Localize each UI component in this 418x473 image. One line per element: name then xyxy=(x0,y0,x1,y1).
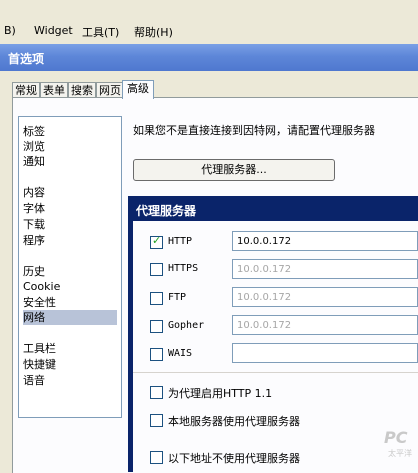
http-checkbox[interactable]: ✓ xyxy=(150,234,163,249)
enable-http11-checkbox[interactable] xyxy=(150,386,163,399)
divider xyxy=(133,372,418,373)
local-server-proxy-label: 本地服务器使用代理服务器 xyxy=(168,415,300,428)
proxy-servers-button[interactable]: 代理服务器... xyxy=(133,159,335,181)
proxy-dialog-title: 代理服务器 xyxy=(136,204,197,218)
ftp-label: FTP xyxy=(168,292,187,303)
menu-item-widget[interactable]: Widget xyxy=(34,24,73,37)
tab-forms[interactable]: 表单 xyxy=(40,82,68,98)
sidebar-item-notifications[interactable]: 通知 xyxy=(23,154,117,169)
http-label: HTTP xyxy=(168,236,193,247)
ftp-proxy-field[interactable]: 10.0.0.172 xyxy=(232,287,418,307)
sidebar-item-fonts[interactable]: 字体 xyxy=(23,201,117,216)
window-title: 首选项 xyxy=(8,52,45,66)
tab-general[interactable]: 常规 xyxy=(12,82,40,98)
sidebar-item-shortcuts[interactable]: 快捷键 xyxy=(23,357,117,372)
sidebar-item-voice[interactable]: 语音 xyxy=(23,373,117,388)
gopher-label: Gopher xyxy=(168,320,205,331)
menu-item-partial[interactable]: B) xyxy=(4,24,16,37)
tab-search[interactable]: 搜索 xyxy=(68,82,96,98)
checkmark-icon: ✓ xyxy=(152,234,162,247)
ftp-checkbox[interactable] xyxy=(150,292,163,305)
wais-proxy-field[interactable] xyxy=(232,343,418,363)
sidebar-item-security[interactable]: 安全性 xyxy=(23,295,117,310)
https-proxy-field[interactable]: 10.0.0.172 xyxy=(232,259,418,279)
window-titlebar: 首选项 xyxy=(0,44,418,71)
watermark-logo: PC xyxy=(384,428,408,447)
watermark-sub: 太平洋 xyxy=(388,449,412,458)
menu-bar: B) Widget 工具(T) 帮助(H) xyxy=(0,0,418,42)
sidebar-item-tabs[interactable]: 标签 xyxy=(23,124,117,139)
tab-advanced[interactable]: 高级 xyxy=(122,80,154,99)
bypass-proxy-label: 以下地址不使用代理服务器 xyxy=(168,452,300,465)
https-checkbox[interactable] xyxy=(150,263,163,276)
gopher-proxy-field[interactable]: 10.0.0.172 xyxy=(232,315,418,335)
enable-http11-label: 为代理启用HTTP 1.1 xyxy=(168,387,273,400)
wais-label: WAIS xyxy=(168,348,193,359)
https-label: HTTPS xyxy=(168,263,199,274)
local-server-proxy-checkbox[interactable] xyxy=(150,414,163,427)
sidebar-item-downloads[interactable]: 下载 xyxy=(23,217,117,232)
sidebar-item-network[interactable]: 网络 xyxy=(23,310,117,325)
wais-checkbox[interactable] xyxy=(150,348,163,361)
sidebar-item-content[interactable]: 内容 xyxy=(23,185,117,200)
sidebar-item-cookies[interactable]: Cookie xyxy=(23,279,117,294)
sidebar-item-history[interactable]: 历史 xyxy=(23,264,117,279)
menu-item-tools[interactable]: 工具(T) xyxy=(82,24,119,40)
http-proxy-field[interactable]: 10.0.0.172 xyxy=(232,231,418,251)
gopher-checkbox[interactable] xyxy=(150,320,163,333)
bypass-proxy-checkbox[interactable] xyxy=(150,451,163,464)
menu-item-help[interactable]: 帮助(H) xyxy=(134,24,173,40)
sidebar-item-browsing[interactable]: 浏览 xyxy=(23,139,117,154)
sidebar-item-programs[interactable]: 程序 xyxy=(23,233,117,248)
category-list[interactable]: 标签 浏览 通知 内容 字体 下载 程序 历史 Cookie 安全性 网络 工具… xyxy=(18,116,122,418)
tab-webpages[interactable]: 网页 xyxy=(96,82,124,98)
proxy-info-text: 如果您不是直接连接到因特网，请配置代理服务器 xyxy=(133,124,375,137)
sidebar-item-toolbars[interactable]: 工具栏 xyxy=(23,341,117,356)
